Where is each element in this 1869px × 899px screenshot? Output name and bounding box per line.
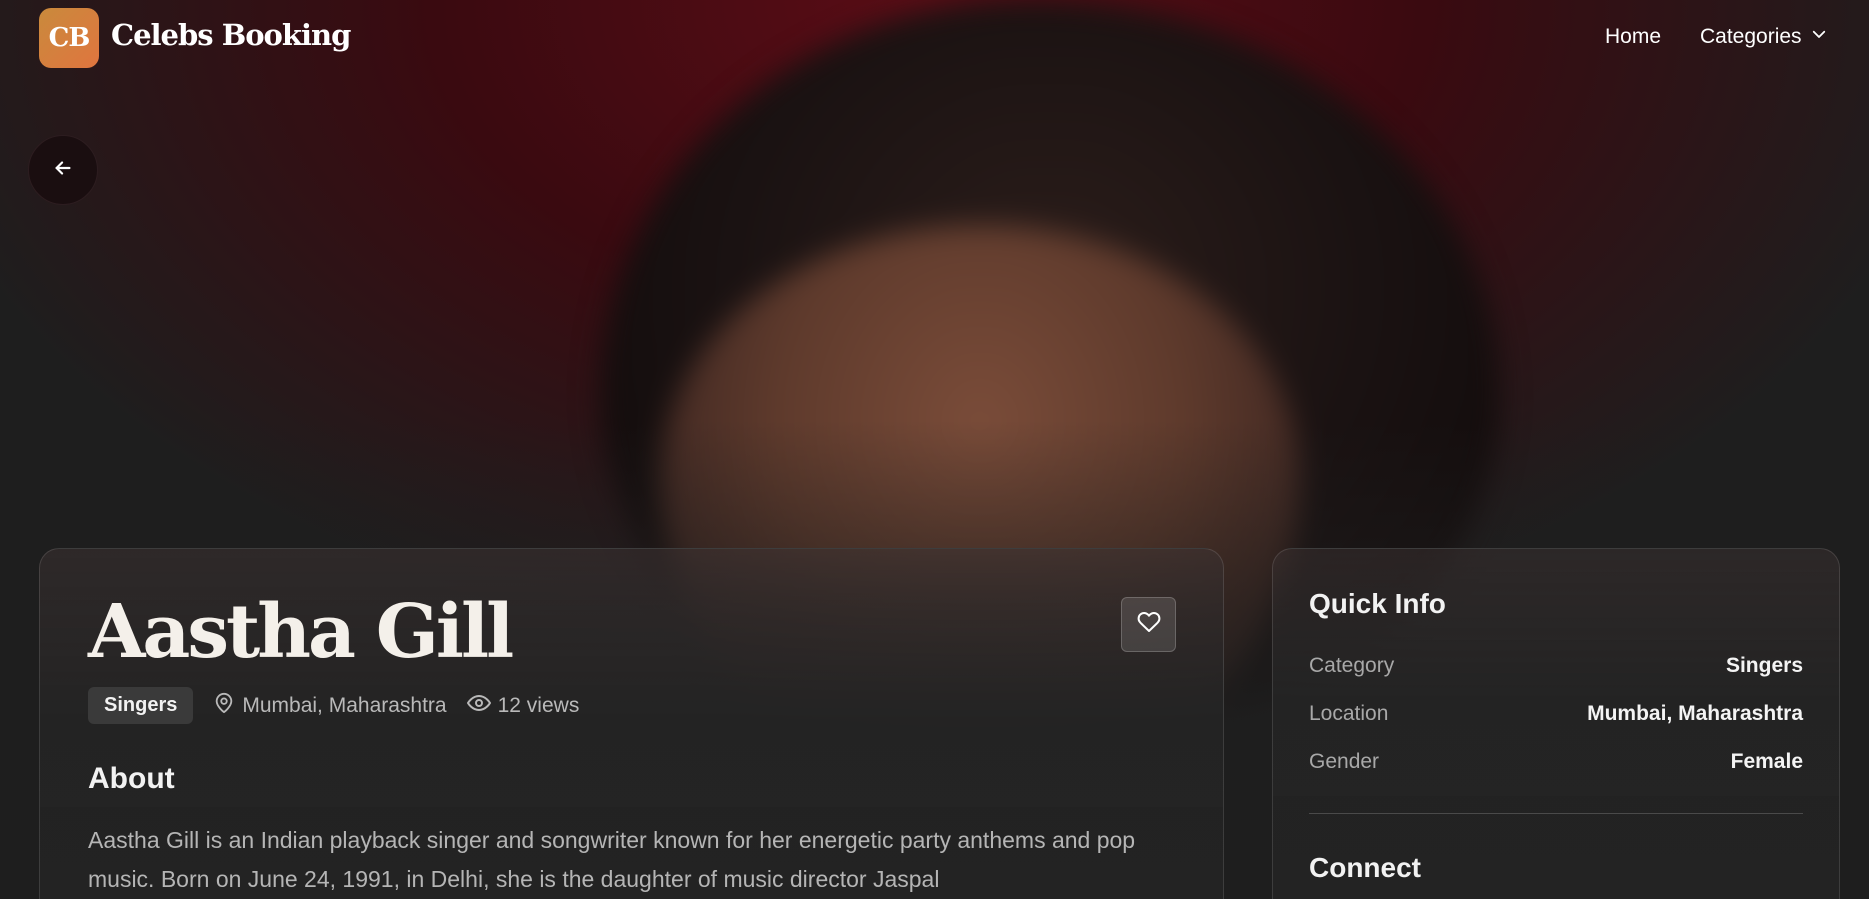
arrow-left-icon — [52, 157, 74, 184]
quick-info-title: Quick Info — [1309, 588, 1446, 619]
connect-title: Connect — [1309, 852, 1421, 883]
about-text: Aastha Gill is an Indian playback singer… — [88, 827, 1136, 892]
quick-info-label: Gender — [1309, 750, 1380, 773]
nav-categories-label: Categories — [1700, 25, 1802, 48]
site-header: CB Celebs Booking Home Categories — [0, 0, 1869, 76]
profile-card: Aastha Gill Singers Mumbai, Maharashtra … — [39, 548, 1224, 899]
nav-home-link[interactable]: Home — [1605, 25, 1661, 49]
quick-info-label: Category — [1309, 654, 1395, 677]
location-text: Mumbai, Maharashtra — [242, 693, 447, 717]
quick-info-row-category: Category Singers — [1309, 651, 1803, 681]
map-pin-icon — [213, 692, 235, 720]
quick-info-row-location: Location Mumbai, Maharashtra — [1309, 699, 1803, 729]
category-badge[interactable]: Singers — [88, 687, 194, 724]
quick-info-value: Mumbai, Maharashtra — [1587, 702, 1803, 725]
quick-info-value: Singers — [1725, 654, 1803, 677]
quick-info-value: Female — [1730, 750, 1803, 773]
logo[interactable]: CB — [39, 8, 99, 68]
profile-meta: Singers Mumbai, Maharashtra 12 views — [88, 687, 579, 724]
quick-info-row-gender: Gender Female — [1309, 747, 1803, 777]
heart-icon — [1137, 610, 1161, 639]
quick-info-label: Location — [1309, 702, 1389, 725]
back-button[interactable] — [28, 135, 98, 205]
views-meta: 12 views — [466, 691, 580, 721]
chevron-down-icon — [1810, 25, 1828, 49]
quick-info-divider — [1309, 813, 1803, 814]
quick-info-card: Quick Info Category Singers Location Mum… — [1272, 548, 1840, 899]
favorite-button[interactable] — [1121, 597, 1176, 652]
about-heading: About — [88, 762, 175, 795]
celebrity-name: Aastha Gill — [88, 589, 514, 675]
views-count: 12 views — [497, 693, 580, 717]
location-meta: Mumbai, Maharashtra — [213, 692, 447, 720]
brand-name[interactable]: Celebs Booking — [111, 18, 351, 52]
eye-icon — [466, 691, 491, 721]
nav-categories-dropdown[interactable]: Categories — [1700, 25, 1828, 49]
